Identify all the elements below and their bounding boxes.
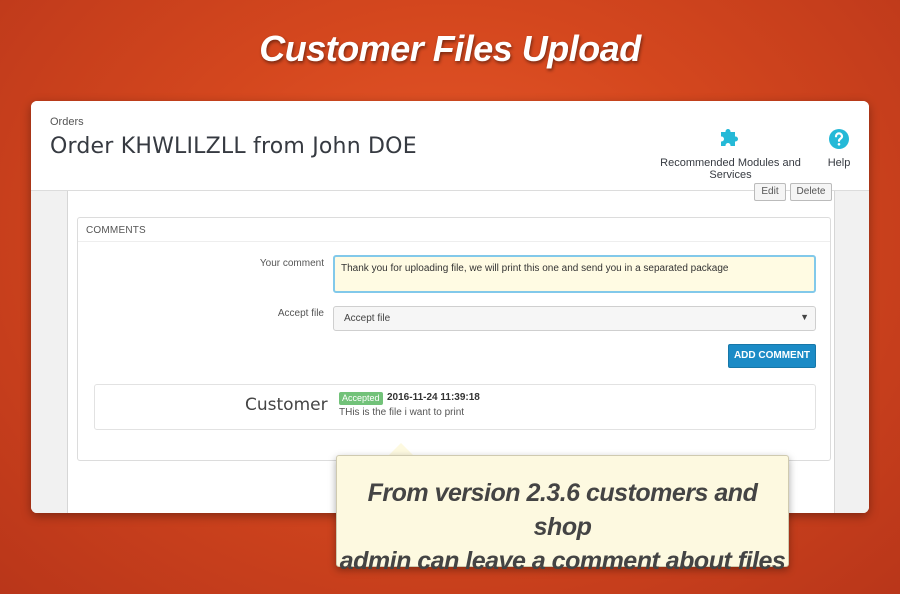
status-badge: Accepted (339, 392, 383, 405)
comment-author: Customer (245, 395, 328, 415)
recommended-modules-label: Recommended Modules and Services (660, 157, 801, 181)
accept-file-value: Accept file (344, 313, 391, 324)
your-comment-label: Your comment (259, 258, 324, 269)
comment-text: THis is the file i want to print (339, 407, 465, 418)
accept-file-select[interactable]: Accept file ▼ (333, 306, 816, 331)
callout-line-1: From version 2.3.6 customers and shop (367, 479, 758, 541)
callout-line-2: admin can leave a comment about files (339, 547, 786, 575)
page-header: Orders Order KHWLILZLL from John DOE Rec… (31, 101, 869, 191)
edit-button[interactable]: Edit (754, 183, 786, 201)
puzzle-icon (720, 129, 738, 146)
recommended-modules-button[interactable]: Recommended Modules and Services (643, 127, 818, 181)
feature-callout: From version 2.3.6 customers and shop ad… (336, 455, 789, 575)
comment-entry: Customer Accepted 2016-11-24 11:39:18 TH… (94, 384, 816, 430)
help-button[interactable]: Help (823, 127, 855, 169)
comment-date: 2016-11-24 11:39:18 (387, 392, 480, 403)
accept-file-label: Accept file (277, 308, 324, 319)
delete-button[interactable]: Delete (790, 183, 832, 201)
breadcrumb[interactable]: Orders (50, 116, 84, 128)
banner-title: Customer Files Upload (259, 28, 641, 69)
dropdown-arrow-icon: ▼ (800, 312, 809, 322)
comments-heading: COMMENTS (78, 218, 830, 242)
add-comment-button[interactable]: ADD COMMENT (728, 344, 816, 368)
help-label: Help (827, 157, 851, 169)
page-title: Order KHWLILZLL from John DOE (50, 134, 417, 159)
comments-panel: COMMENTS Your comment Thank you for uplo… (77, 217, 831, 461)
help-icon (829, 129, 849, 149)
order-window: Orders Order KHWLILZLL from John DOE Rec… (31, 101, 869, 513)
comment-input[interactable]: Thank you for uploading file, we will pr… (333, 255, 816, 293)
